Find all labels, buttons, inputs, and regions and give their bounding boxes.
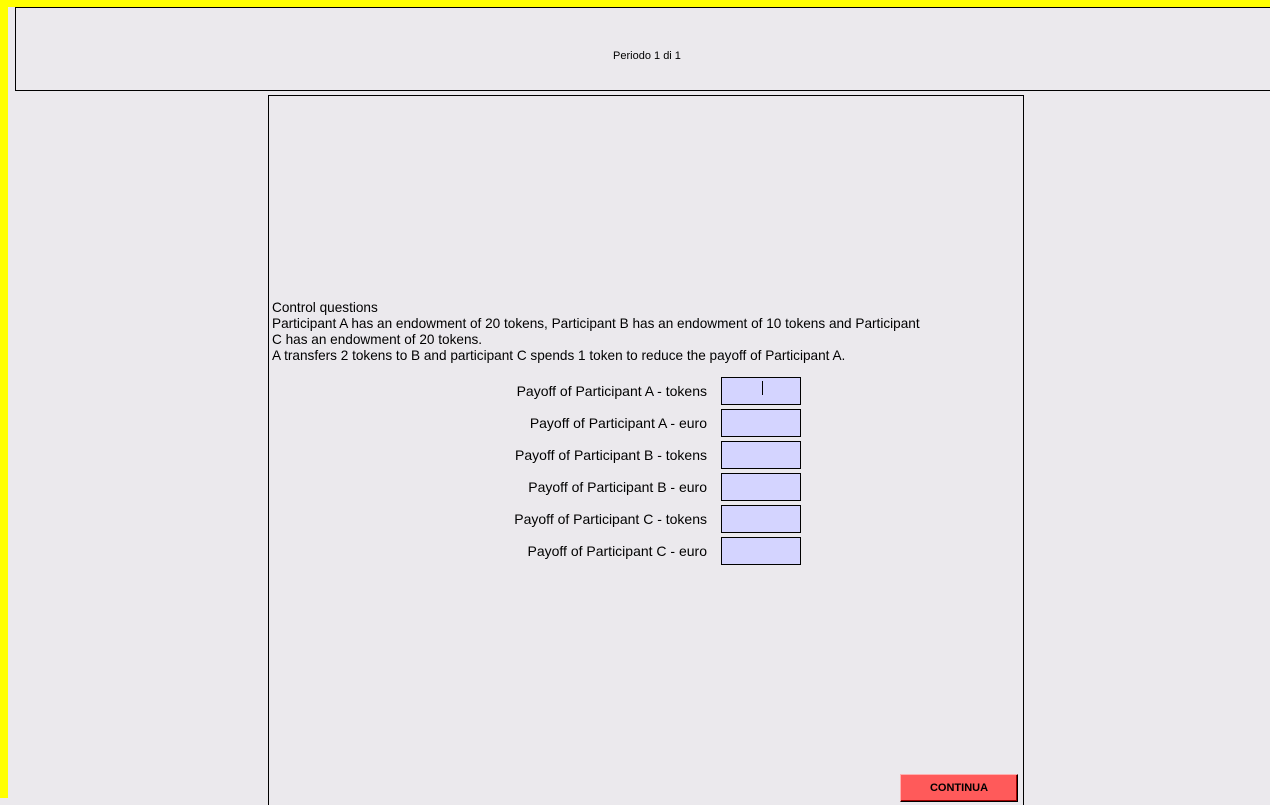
window-frame: Periodo 1 di 1 Control questions Partici…: [0, 0, 1270, 805]
field-row-a-tokens: Payoff of Participant A - tokens: [269, 377, 1025, 405]
field-label-a-euro: Payoff of Participant A - euro: [529, 415, 707, 431]
field-label-b-tokens: Payoff of Participant B - tokens: [515, 447, 707, 463]
question-line: C has an endowment of 20 tokens.: [272, 332, 483, 347]
field-row-b-euro: Payoff of Participant B - euro: [269, 473, 1025, 501]
field-row-c-tokens: Payoff of Participant C - tokens: [269, 505, 1025, 533]
question-title: Control questions: [272, 300, 378, 315]
question-text: Control questions Participant A has an e…: [272, 300, 1022, 364]
question-line: A transfers 2 tokens to B and participan…: [272, 348, 846, 363]
payoff-c-euro-input[interactable]: [721, 537, 801, 565]
payoff-b-euro-input[interactable]: [721, 473, 801, 501]
field-row-a-euro: Payoff of Participant A - euro: [269, 409, 1025, 437]
payoff-c-tokens-input[interactable]: [721, 505, 801, 533]
main-panel: Control questions Participant A has an e…: [268, 95, 1024, 805]
header-bar: Periodo 1 di 1: [15, 7, 1270, 91]
text-caret: [762, 381, 763, 395]
field-label-b-euro: Payoff of Participant B - euro: [528, 479, 707, 495]
field-label-a-tokens: Payoff of Participant A - tokens: [516, 383, 707, 399]
period-label: Periodo 1 di 1: [613, 50, 681, 62]
field-label-c-tokens: Payoff of Participant C - tokens: [514, 511, 707, 527]
question-line: Participant A has an endowment of 20 tok…: [272, 316, 920, 331]
payoff-a-euro-input[interactable]: [721, 409, 801, 437]
payoff-b-tokens-input[interactable]: [721, 441, 801, 469]
payoff-a-tokens-input[interactable]: [721, 377, 801, 405]
field-row-b-tokens: Payoff of Participant B - tokens: [269, 441, 1025, 469]
field-row-c-euro: Payoff of Participant C - euro: [269, 537, 1025, 565]
field-label-c-euro: Payoff of Participant C - euro: [527, 543, 708, 559]
